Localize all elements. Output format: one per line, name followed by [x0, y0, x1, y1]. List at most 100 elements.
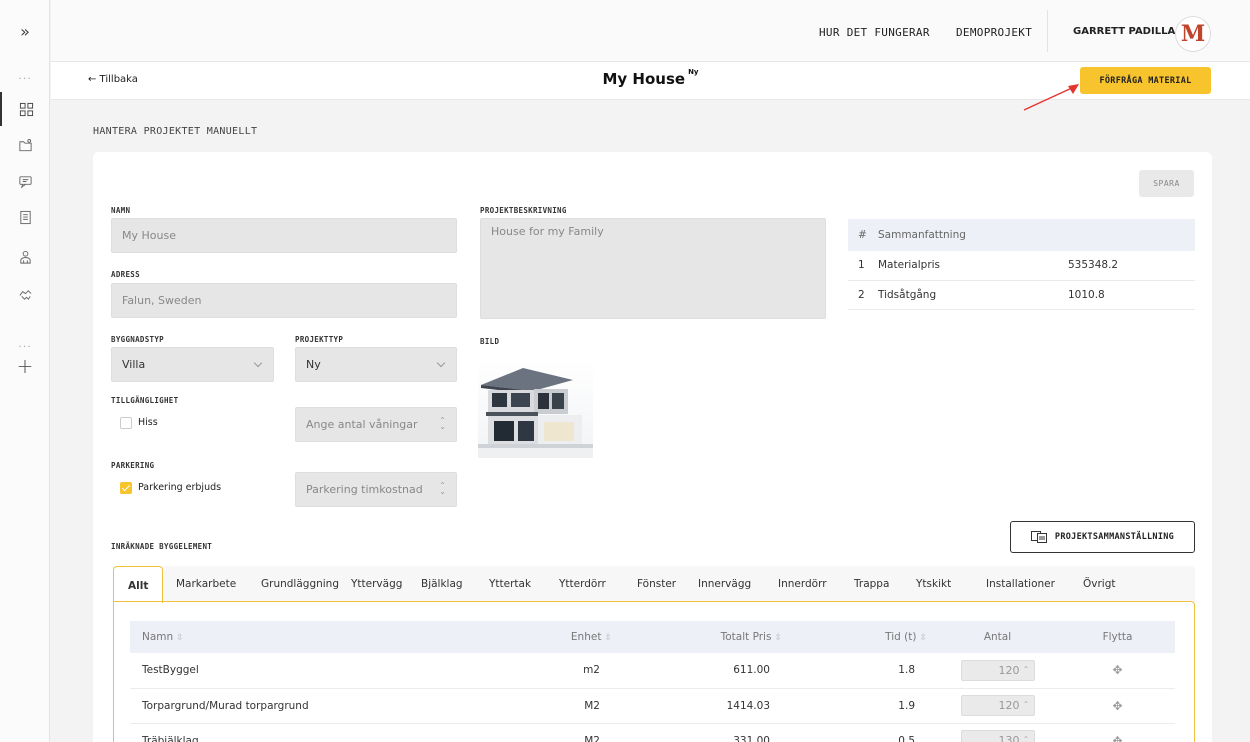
dashboard-icon[interactable] [0, 92, 50, 126]
user-name[interactable]: GARRETT PADILLA [1073, 26, 1175, 37]
summary-row-label: Tidsåtgång [878, 280, 1068, 310]
chevron-down-icon [436, 358, 446, 368]
tab-fonster[interactable]: Fönster [637, 578, 676, 590]
save-button[interactable]: SPARA [1139, 170, 1194, 197]
accessibility-label: TILLGÄNGLIGHET [111, 396, 179, 405]
building-type-select[interactable]: Villa [111, 347, 274, 382]
elevator-checkbox[interactable] [120, 417, 132, 429]
projects-icon[interactable] [0, 128, 50, 162]
row-time: 1.8 [790, 653, 935, 689]
summary-row: 2 Tidsåtgång 1010.8 [848, 280, 1195, 310]
row-unit: M2 [510, 723, 620, 742]
more-dots-icon: ··· [18, 340, 32, 353]
address-label: ADRESS [111, 270, 140, 279]
project-card: SPARA NAMN My House ADRESS Falun, Sweden… [93, 152, 1212, 742]
avatar[interactable]: M [1175, 16, 1211, 52]
name-field[interactable]: My House [111, 218, 457, 253]
col-unit[interactable]: Enhet ⇳ [510, 621, 620, 653]
elements-table: Namn ⇳ Enhet ⇳ Totalt Pris ⇳ Tid (t) ⇳ Antal… [130, 621, 1175, 742]
summary-table: # Sammanfattning 1 Materialpris 535348.2… [848, 219, 1195, 310]
parking-cost-placeholder: Parkering timkostnad [306, 483, 423, 496]
move-icon[interactable]: ✥ [1112, 699, 1122, 713]
parking-label: PARKERING [111, 461, 155, 470]
tab-yttertak[interactable]: Yttertak [489, 578, 531, 590]
tab-allt[interactable]: Allt [113, 566, 164, 603]
quantity-stepper[interactable]: 120 [960, 695, 1035, 716]
elements-title: INRÄKNADE BYGGELEMENT [111, 542, 213, 551]
summary-row: 1 Materialpris 535348.2 [848, 251, 1195, 281]
quantity-stepper[interactable]: 130 [960, 730, 1035, 742]
expand-sidebar-icon[interactable]: » [0, 22, 50, 41]
sort-icon: ⇳ [919, 633, 927, 643]
tab-markarbete[interactable]: Markarbete [176, 578, 236, 590]
row-time: 0.5 [790, 723, 935, 742]
summary-row-value: 535348.2 [1068, 251, 1195, 281]
project-type-select[interactable]: Ny [295, 347, 457, 382]
name-label: NAMN [111, 206, 131, 215]
description-field[interactable]: House for my Family [480, 218, 826, 319]
avatar-letter: M [1180, 21, 1206, 47]
request-material-button[interactable]: FÖRFRÅGA MATERIAL [1080, 67, 1211, 94]
divider [1047, 10, 1048, 52]
col-time-label: Tid (t) [885, 631, 917, 643]
col-price[interactable]: Totalt Pris ⇳ [620, 621, 790, 653]
move-icon[interactable]: ✥ [1112, 734, 1122, 742]
quantity-stepper[interactable]: 120 [960, 659, 1035, 681]
sort-icon: ⇳ [774, 633, 782, 643]
tab-innervagg[interactable]: Innervägg [698, 578, 751, 590]
table-row: Träbjälklag M2 331.00 0.5 130 ✥ [130, 723, 1175, 742]
documents-icon[interactable] [0, 200, 50, 234]
project-summary-button[interactable]: PROJEKTSAMMANSTÄLLNING [1010, 521, 1195, 553]
col-name-label: Namn [142, 631, 174, 643]
col-time[interactable]: Tid (t) ⇳ [790, 621, 935, 653]
tab-ovrigt[interactable]: Övrigt [1083, 578, 1116, 590]
tab-innerdorr[interactable]: Innerdörr [778, 578, 827, 590]
handshake-icon[interactable] [0, 277, 50, 311]
row-name: Torpargrund/Murad torpargrund [130, 688, 510, 724]
nav-how-it-works[interactable]: HUR DET FUNGERAR [819, 26, 930, 39]
summary-row-value: 1010.8 [1068, 280, 1195, 310]
users-icon[interactable] [0, 240, 50, 274]
row-price: 331.00 [620, 723, 790, 742]
tab-bjalklag[interactable]: Bjälklag [421, 578, 463, 590]
project-type-value: Ny [306, 358, 321, 371]
more-dots-icon: ··· [18, 72, 32, 85]
tab-installationer[interactable]: Installationer [986, 578, 1055, 590]
nav-demo-project[interactable]: DEMOPROJEKT [956, 26, 1032, 39]
tab-yttervagg[interactable]: Yttervägg [351, 578, 402, 590]
arrow-annotation-icon [1023, 84, 1079, 111]
col-price-label: Totalt Pris [720, 631, 772, 643]
address-field[interactable]: Falun, Sweden [111, 283, 457, 318]
row-price: 611.00 [620, 653, 790, 689]
tab-trappa[interactable]: Trappa [854, 578, 889, 590]
col-move: Flytta [1060, 621, 1175, 653]
house-image [478, 360, 593, 458]
messages-icon[interactable] [0, 164, 50, 198]
summary-col-hash: # [848, 219, 878, 251]
summary-col-title: Sammanfattning [878, 219, 1068, 251]
tab-ytterdorr[interactable]: Ytterdörr [559, 578, 606, 590]
row-time: 1.9 [790, 688, 935, 724]
summary-row-number: 2 [848, 280, 878, 310]
tab-grundlaggning[interactable]: Grundläggning [261, 578, 339, 590]
building-type-value: Villa [122, 358, 146, 371]
summary-col-value [1068, 219, 1195, 251]
row-unit: m2 [510, 653, 620, 689]
description-label: PROJEKTBESKRIVNING [480, 206, 567, 215]
left-rail: » ··· ··· + [0, 0, 50, 742]
top-header: HUR DET FUNGERAR DEMOPROJEKT GARRETT PAD… [51, 0, 1250, 62]
summary-row-number: 1 [848, 251, 878, 281]
parking-checkbox[interactable] [120, 482, 132, 494]
parking-cost-input[interactable]: Parkering timkostnad ⌃ ⌄ [295, 472, 457, 507]
add-icon[interactable]: + [0, 354, 50, 378]
floors-input[interactable]: Ange antal våningar ⌃ ⌄ [295, 407, 457, 442]
row-name: Träbjälklag [130, 723, 510, 742]
move-icon[interactable]: ✥ [1112, 663, 1122, 677]
parking-offered-label: Parkering erbjuds [138, 482, 222, 493]
stepper-icon: ⌃ ⌄ [439, 481, 446, 496]
summary-row-label: Materialpris [878, 251, 1068, 281]
elevator-label: Hiss [138, 417, 158, 428]
col-name[interactable]: Namn ⇳ [130, 621, 510, 653]
tab-ytskikt[interactable]: Ytskikt [916, 578, 951, 590]
project-summary-label: PROJEKTSAMMANSTÄLLNING [1054, 532, 1175, 542]
